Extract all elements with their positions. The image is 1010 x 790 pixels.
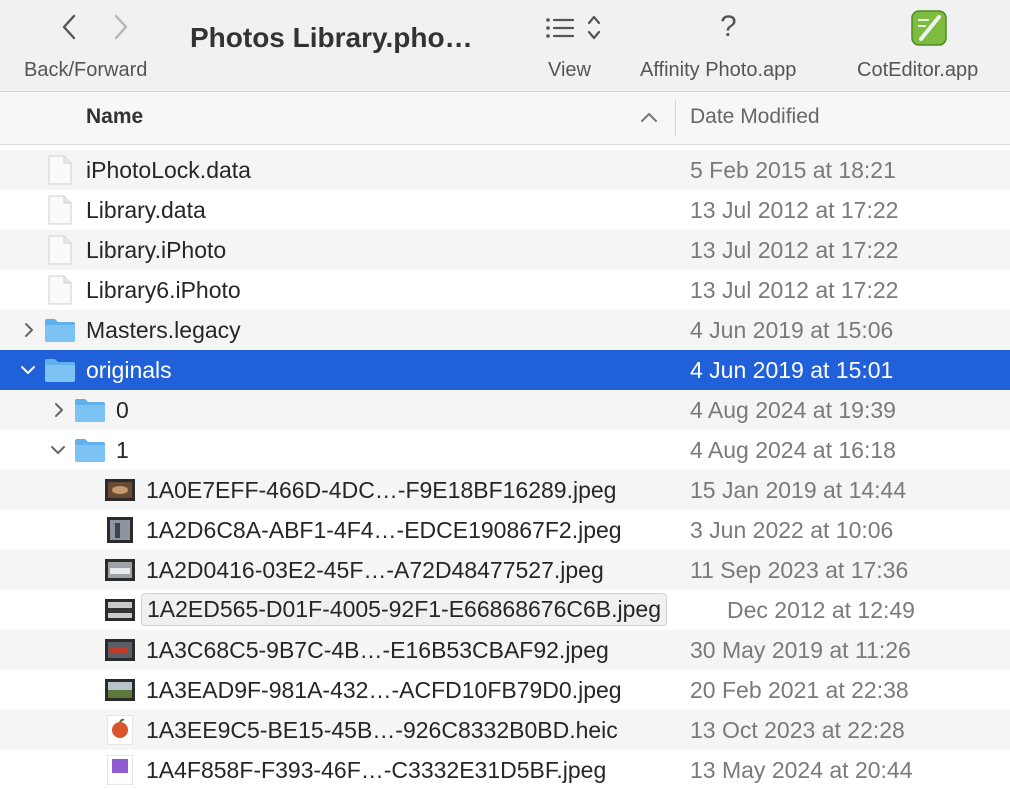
file-list: iPhotoLock.data 5 Feb 2015 at 18:21 Libr… (0, 150, 1010, 790)
folder-icon (45, 359, 75, 382)
file-name: Library6.iPhoto (86, 277, 241, 303)
back-button[interactable] (54, 10, 84, 44)
disclosure-collapsed-icon[interactable] (20, 321, 38, 339)
coteditor-app-icon[interactable] (909, 8, 949, 48)
file-row[interactable]: Library.iPhoto 13 Jul 2012 at 17:22 (0, 230, 1010, 270)
file-name: iPhotoLock.data (86, 157, 251, 183)
date-modified: 4 Jun 2019 at 15:01 (690, 357, 894, 383)
column-divider[interactable] (675, 100, 676, 136)
file-name: 1A4F858F-F393-46F…-C3332E31D5BF.jpeg (146, 757, 607, 783)
file-row[interactable]: 1A2D6C8A-ABF1-4F4…-EDCE190867F2.jpeg 3 J… (0, 510, 1010, 550)
view-button[interactable] (544, 12, 610, 46)
date-modified: 15 Jan 2019 at 14:44 (690, 477, 907, 503)
file-name: 1A2D6C8A-ABF1-4F4…-EDCE190867F2.jpeg (146, 517, 622, 543)
view-label: View (548, 59, 591, 81)
file-row[interactable]: 1A2ED565-D01F-4005-92F1-E66868676C6B.jpe… (0, 590, 1010, 630)
window-title: Photos Library.pho… (190, 22, 473, 53)
list-view-icon (546, 15, 601, 40)
image-thumbnail-icon (107, 715, 133, 745)
sort-ascending-icon[interactable] (640, 110, 658, 128)
image-thumbnail-icon (105, 559, 135, 581)
forward-button[interactable] (106, 10, 136, 44)
disclosure-expanded-icon[interactable] (19, 361, 37, 379)
document-icon (48, 155, 72, 185)
document-icon (48, 275, 72, 305)
file-row[interactable]: 1A3EAD9F-981A-432…-ACFD10FB79D0.jpeg 20 … (0, 670, 1010, 710)
folder-icon (75, 399, 105, 422)
folder-row[interactable]: Masters.legacy 4 Jun 2019 at 15:06 (0, 310, 1010, 350)
date-modified: 20 Feb 2021 at 22:38 (690, 677, 909, 703)
date-modified: Dec 2012 at 12:49 (727, 597, 915, 623)
image-thumbnail-icon (105, 479, 135, 501)
image-thumbnail-icon (107, 755, 133, 785)
file-row[interactable]: 1A2D0416-03E2-45F…-A72D48477527.jpeg 11 … (0, 550, 1010, 590)
file-row[interactable]: 1A0E7EFF-466D-4DC…-F9E18BF16289.jpeg 15 … (0, 470, 1010, 510)
date-modified: 5 Feb 2015 at 18:21 (690, 157, 896, 183)
date-modified: 11 Sep 2023 at 17:36 (690, 557, 909, 583)
file-name: 1A2D0416-03E2-45F…-A72D48477527.jpeg (146, 557, 604, 583)
date-modified: 13 Jul 2012 at 17:22 (690, 237, 899, 263)
date-modified: 3 Jun 2022 at 10:06 (690, 517, 894, 543)
column-header: Name Date Modified (0, 92, 1010, 145)
image-thumbnail-icon (105, 679, 135, 701)
date-modified: 4 Jun 2019 at 15:06 (690, 317, 894, 343)
image-thumbnail-icon (105, 599, 135, 621)
disclosure-expanded-icon[interactable] (49, 441, 67, 459)
affinity-photo-label[interactable]: Affinity Photo.app (640, 59, 796, 82)
file-name: Library.iPhoto (86, 237, 227, 263)
folder-row-selected[interactable]: originals 4 Jun 2019 at 15:01 (0, 350, 1010, 390)
document-icon (48, 235, 72, 265)
date-modified-column-header[interactable]: Date Modified (690, 105, 820, 129)
image-thumbnail-icon (105, 639, 135, 661)
file-row[interactable]: Library.data 13 Jul 2012 at 17:22 (0, 190, 1010, 230)
coteditor-label[interactable]: CotEditor.app (857, 59, 978, 82)
date-modified: 4 Aug 2024 at 19:39 (690, 397, 896, 423)
file-row[interactable]: 1A3EE9C5-BE15-45B…-926C8332B0BD.heic 13 … (0, 710, 1010, 750)
back-forward-label: Back/Forward (24, 59, 148, 81)
file-name: 1A0E7EFF-466D-4DC…-F9E18BF16289.jpeg (146, 477, 617, 503)
date-modified: 13 Oct 2023 at 22:28 (690, 717, 905, 743)
folder-name: Masters.legacy (86, 317, 241, 343)
file-name: 1A3EE9C5-BE15-45B…-926C8332B0BD.heic (146, 717, 618, 743)
folder-name: 1 (116, 437, 129, 463)
date-modified: 30 May 2019 at 11:26 (690, 637, 911, 663)
file-row[interactable]: iPhotoLock.data 5 Feb 2015 at 18:21 (0, 150, 1010, 190)
affinity-photo-icon[interactable]: ? (720, 10, 737, 44)
image-thumbnail-icon (107, 517, 133, 543)
folder-row[interactable]: 0 4 Aug 2024 at 19:39 (0, 390, 1010, 430)
folder-row[interactable]: 1 4 Aug 2024 at 16:18 (0, 430, 1010, 470)
disclosure-collapsed-icon[interactable] (50, 401, 68, 419)
file-row[interactable]: 1A3C68C5-9B7C-4B…-E16B53CBAF92.jpeg 30 M… (0, 630, 1010, 670)
date-modified: 13 Jul 2012 at 17:22 (690, 277, 899, 303)
date-modified: 13 May 2024 at 20:44 (690, 757, 913, 783)
toolbar: Back/Forward Photos Library.pho… View ? … (0, 0, 1010, 92)
name-column-header[interactable]: Name (86, 105, 143, 129)
file-name: Library.data (86, 197, 206, 223)
folder-icon (45, 319, 75, 342)
date-modified: 4 Aug 2024 at 16:18 (690, 437, 896, 463)
document-icon (48, 195, 72, 225)
file-row[interactable]: 1A4F858F-F393-46F…-C3332E31D5BF.jpeg 13 … (0, 750, 1010, 790)
file-name-expanded-tooltip: 1A2ED565-D01F-4005-92F1-E66868676C6B.jpe… (141, 593, 668, 626)
chevron-left-icon (62, 14, 76, 40)
chevron-right-icon (114, 14, 128, 40)
file-name: 1A3EAD9F-981A-432…-ACFD10FB79D0.jpeg (146, 677, 622, 703)
file-name: 1A3C68C5-9B7C-4B…-E16B53CBAF92.jpeg (146, 637, 609, 663)
folder-name: originals (86, 357, 172, 383)
file-row[interactable]: Library6.iPhoto 13 Jul 2012 at 17:22 (0, 270, 1010, 310)
folder-name: 0 (116, 397, 129, 423)
date-modified: 13 Jul 2012 at 17:22 (690, 197, 899, 223)
folder-icon (75, 439, 105, 462)
